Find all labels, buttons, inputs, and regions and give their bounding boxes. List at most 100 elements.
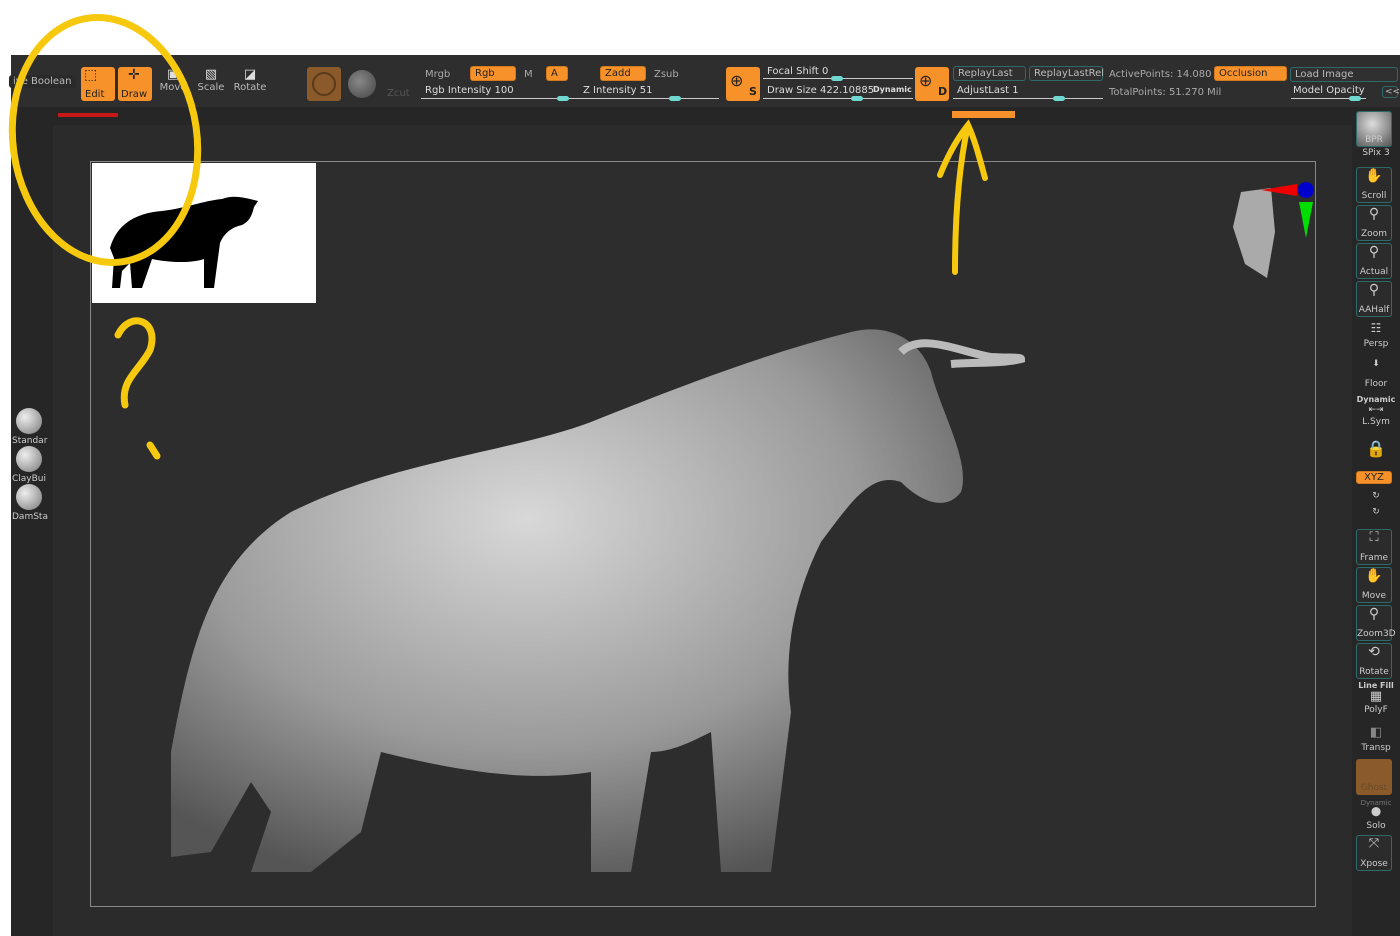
rgb-intensity-slider[interactable] [421,96,581,101]
y-axis-icon [1298,182,1314,198]
actual-button[interactable]: ⚲ Actual [1356,243,1392,279]
slider-knob[interactable] [1053,96,1065,101]
claybuildup-brush-icon[interactable] [16,446,42,472]
d-icon: D [938,85,948,98]
subtool-strip [11,107,1400,125]
persp-button[interactable]: Persp [1352,339,1400,349]
floor-icon: ⬇ [1372,359,1380,369]
label: Frame [1359,553,1389,563]
move-button[interactable]: ▣ Move [158,67,188,101]
dynamic-label: Dynamic [1360,799,1392,807]
label: Scroll [1361,191,1387,201]
zadd-button[interactable]: Zadd [600,66,646,81]
lsym-arrows-icon: ⇤⇥ [1368,405,1384,415]
right-view-shelf: BPR SPix 3 ✋ Scroll ⚲ Zoom ⚲ Actual ⚲ AAHalf… [1352,107,1400,936]
brush-label: Standar [12,436,48,446]
floor-button[interactable]: Floor [1352,379,1400,389]
a-button[interactable]: A [546,66,568,81]
reference-image [92,163,316,303]
active-points-readout: ActivePoints: 14.080 M [1109,69,1224,80]
rgb-button[interactable]: Rgb [470,66,516,81]
adjust-last-slider[interactable] [953,96,1103,101]
occlusion-button[interactable]: Occlusion [1214,66,1287,81]
stroke-s-button[interactable]: ⊕ S [726,67,760,101]
frame-icon: ⛶ [1369,530,1379,545]
texture-sphere-icon [348,70,376,98]
draw-button[interactable]: ✛ Draw [118,67,152,101]
lsym-button[interactable]: L.Sym [1352,417,1400,427]
slider-knob[interactable] [669,96,681,101]
polyf-button[interactable]: PolyF [1352,705,1400,715]
solo-button[interactable]: Solo [1352,821,1400,831]
standard-brush-icon[interactable] [16,408,42,434]
adjust-last-label: AdjustLast 1 [957,85,1019,96]
bpr-button[interactable]: BPR [1356,111,1392,147]
orientation-gizmo[interactable] [1211,182,1321,302]
edit-icon: ⬚ [84,67,98,83]
slider-knob[interactable] [851,96,863,101]
dynamic-label: Dynamic [1356,395,1396,404]
z-intensity-label: Z Intensity 51 [583,85,653,96]
texture-button[interactable] [345,67,379,101]
mrgb-button[interactable]: Mrgb [425,69,450,80]
bpr-label: BPR [1365,135,1383,145]
aahalf-button[interactable]: ⚲ AAHalf [1356,281,1392,317]
bull-sculpt-model[interactable] [131,312,1031,872]
slider-knob[interactable] [1349,96,1361,101]
collapse-button[interactable]: << [1382,86,1400,98]
dynamic-button[interactable]: Dynamic [873,85,912,94]
move-view-button[interactable]: ✋ Move [1356,567,1392,603]
label: Move [1361,591,1387,601]
zoom3d-button[interactable]: ⚲ Zoom3D [1356,605,1396,641]
rotate-y-icon[interactable]: ↻ [1352,491,1400,501]
replay-last-rel-button[interactable]: ReplayLastRel [1029,66,1104,81]
slider-knob[interactable] [557,96,569,101]
scroll-button[interactable]: ✋ Scroll [1356,167,1392,203]
zoom-button[interactable]: ⚲ Zoom [1356,205,1392,241]
zbrush-window: ive Boolean ⬚ Edit ✛ Draw ▣ Move ▧ Scale ◪ Ro… [9,55,1400,936]
magnifier-icon: ⚲ [1368,282,1380,298]
brush-label: ClayBui [12,474,47,484]
scale-label: Scale [197,82,225,93]
rgb-intensity-label: Rgb Intensity 100 [425,85,514,96]
ghost-button[interactable]: Ghost [1356,759,1392,795]
model-opacity-slider[interactable] [1291,96,1366,101]
damstandard-brush-icon[interactable] [16,484,42,510]
solo-icon: ⬤ [1370,807,1382,817]
load-image-button[interactable]: Load Image [1290,67,1398,82]
label: AAHalf [1358,305,1390,315]
material-button[interactable] [307,67,341,101]
total-points-readout: TotalPoints: 51.270 Mil [1109,87,1222,98]
transp-button[interactable]: Transp [1352,743,1400,753]
scale-button[interactable]: ▧ Scale [196,67,226,101]
replay-last-button[interactable]: ReplayLast [953,66,1026,81]
draw-size-slider[interactable] [763,96,913,101]
lock-icon[interactable]: 🔒 [1352,439,1400,458]
live-boolean-button[interactable]: ive Boolean [9,75,76,88]
focal-shift-slider[interactable] [763,76,913,81]
z-intensity-slider[interactable] [579,96,719,101]
head-gizmo-icon [1233,188,1275,278]
label: Zoom [1361,229,1387,239]
frame-button[interactable]: ⛶ Frame [1356,529,1392,565]
edit-label: Edit [85,89,105,100]
hand-icon: ✋ [1365,168,1383,184]
rotate-button[interactable]: ◪ Rotate [233,67,267,101]
left-brush-shelf: Standar ClayBui DamSta [11,125,53,936]
xyz-button[interactable]: XYZ [1356,471,1392,484]
slider-knob[interactable] [831,76,843,81]
zcut-button[interactable]: Zcut [387,88,410,99]
viewport-canvas[interactable] [90,161,1316,907]
s-icon: S [749,85,757,98]
orange-indicator [952,111,1015,118]
xpose-button[interactable]: ⤧ Xpose [1356,835,1392,871]
edit-button[interactable]: ⬚ Edit [81,67,115,101]
zsub-button[interactable]: Zsub [654,69,679,80]
rotate-view-button[interactable]: ⟲ Rotate [1356,643,1392,679]
rotate-z-icon[interactable]: ↻ [1352,507,1400,517]
spix-slider[interactable]: SPix 3 [1352,148,1400,158]
magnifier-icon: ⚲ [1368,206,1380,222]
draw-icon: ✛ [128,67,140,83]
m-button[interactable]: M [524,69,533,80]
stroke-d-button[interactable]: ⊕ D [915,67,949,101]
